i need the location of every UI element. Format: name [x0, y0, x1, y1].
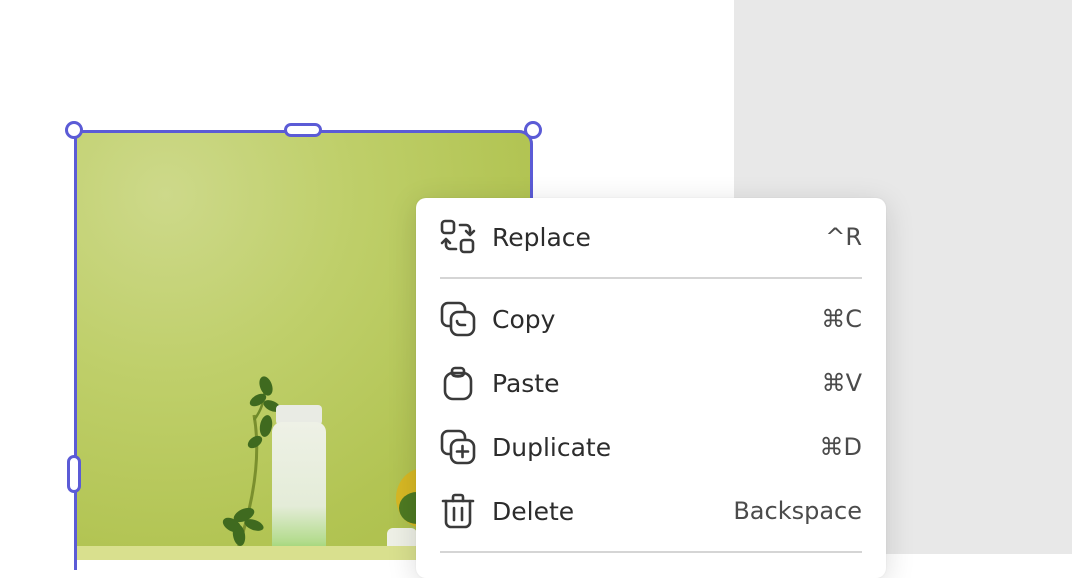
menu-item-shortcut: Backspace: [733, 497, 862, 525]
delete-icon: [440, 491, 478, 531]
resize-handle-top[interactable]: [284, 123, 322, 137]
menu-item-delete[interactable]: Delete Backspace: [440, 485, 862, 537]
menu-item-label: Replace: [492, 222, 591, 252]
resize-handle-top-left[interactable]: [65, 121, 83, 139]
menu-item-copy[interactable]: Copy ⌘C: [440, 293, 862, 345]
menu-item-label: Copy: [492, 304, 556, 334]
resize-handle-top-right[interactable]: [524, 121, 542, 139]
duplicate-icon: [440, 427, 478, 467]
menu-item-shortcut: ⌘V: [821, 369, 862, 397]
copy-icon: [440, 299, 478, 339]
menu-item-shortcut: ^R: [825, 223, 862, 251]
resize-handle-left[interactable]: [67, 455, 81, 493]
menu-item-paste[interactable]: Paste ⌘V: [440, 357, 862, 409]
replace-icon: [440, 217, 478, 257]
context-menu: Replace ^R Copy ⌘C Paste ⌘V Duplicate ⌘D…: [416, 198, 886, 578]
menu-item-label: Duplicate: [492, 432, 612, 462]
menu-item-replace[interactable]: Replace ^R: [440, 211, 862, 263]
menu-item-label: Paste: [492, 368, 560, 398]
menu-item-label: Delete: [492, 496, 575, 526]
menu-divider: [440, 551, 862, 553]
menu-item-shortcut: ⌘D: [819, 433, 862, 461]
menu-item-duplicate[interactable]: Duplicate ⌘D: [440, 421, 862, 473]
paste-icon: [440, 363, 478, 403]
menu-divider: [440, 277, 862, 279]
menu-item-shortcut: ⌘C: [821, 305, 862, 333]
